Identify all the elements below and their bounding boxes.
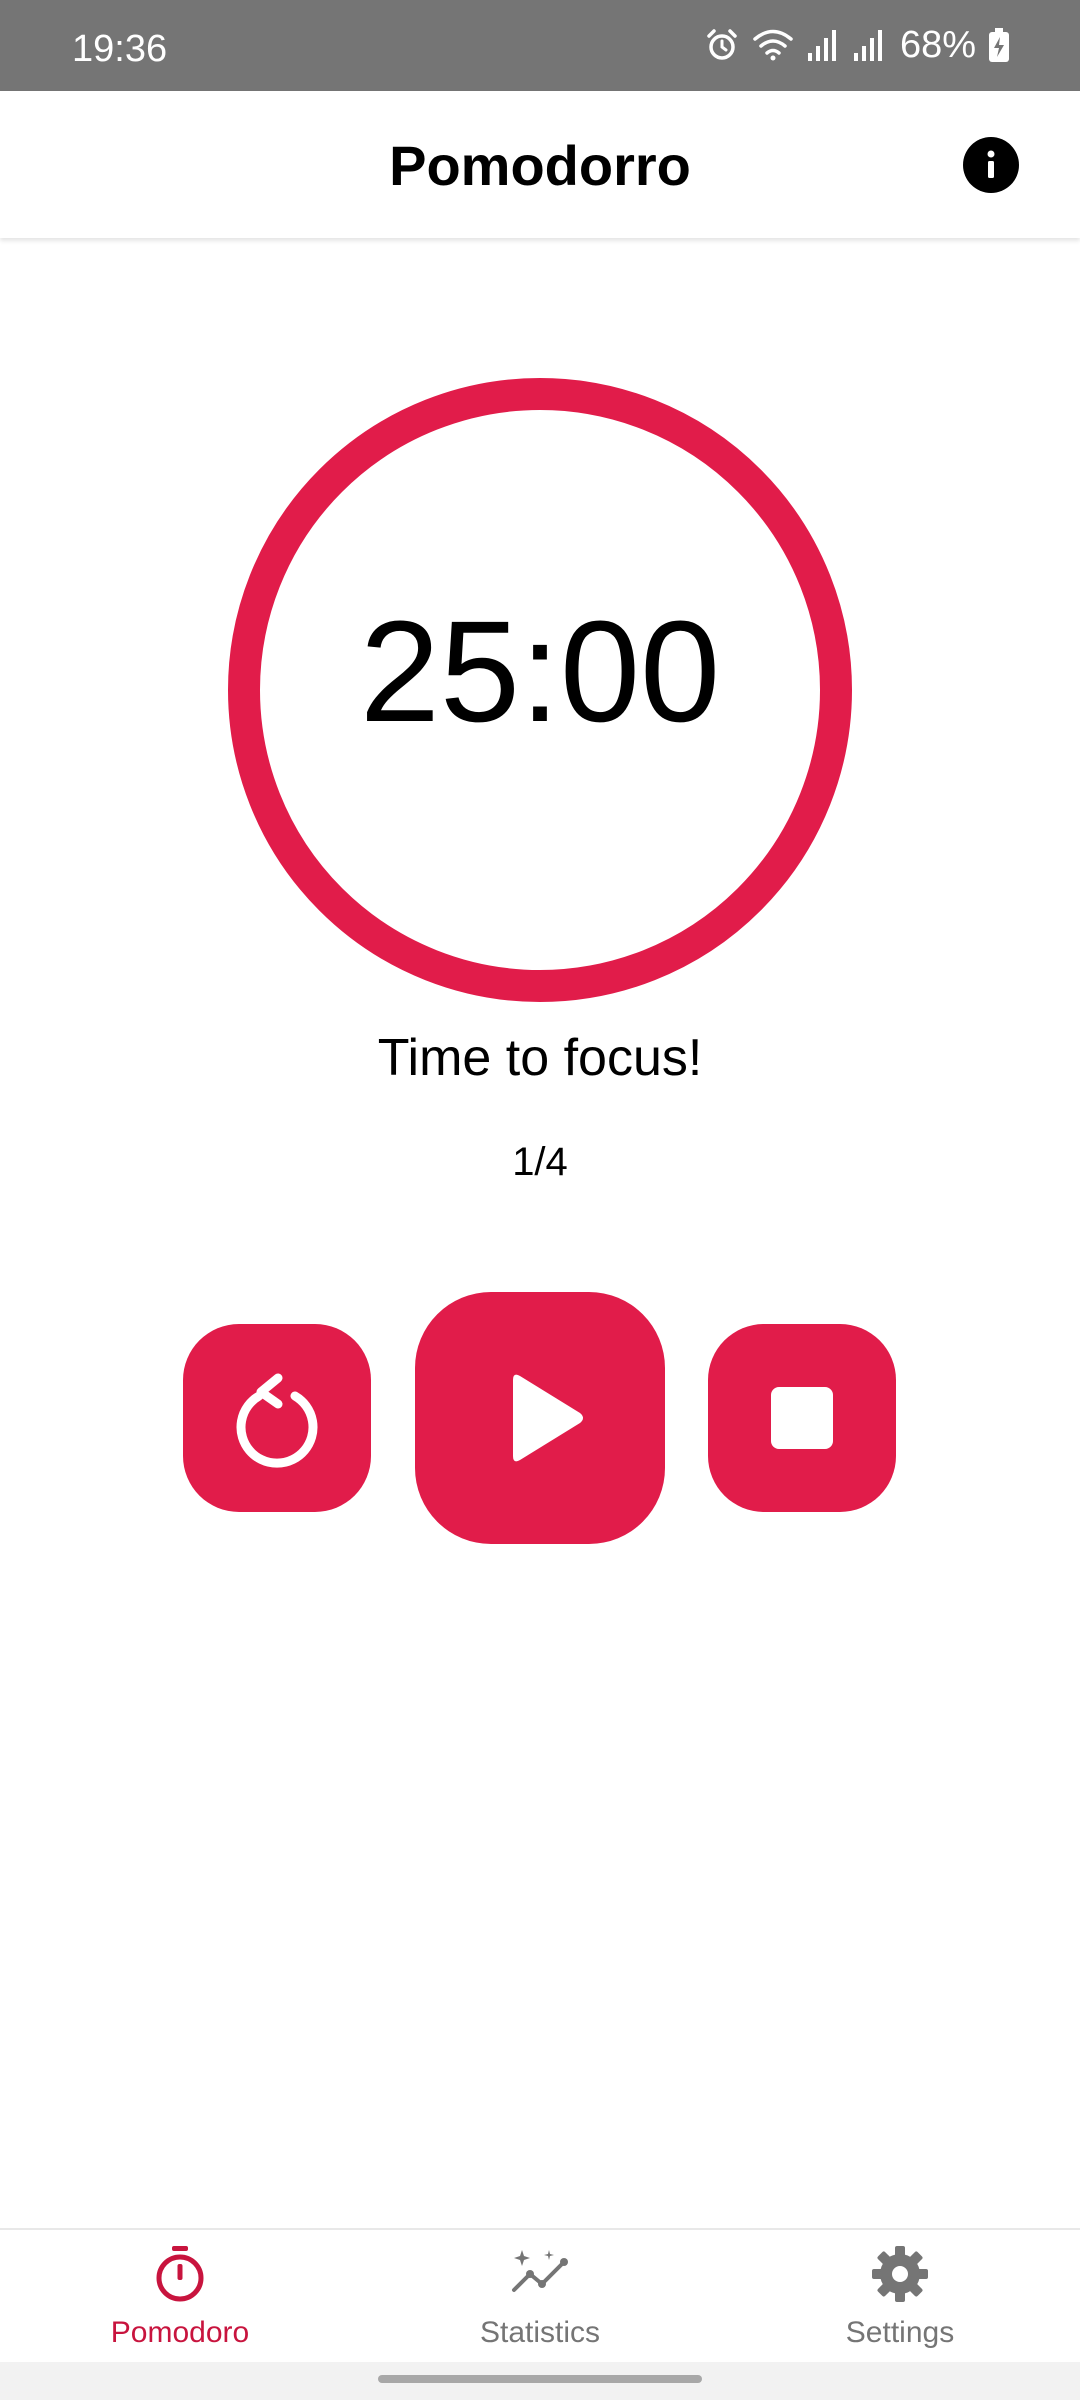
status-bar: 19:36 68%	[0, 0, 1080, 91]
app-title: Pomodorro	[389, 134, 691, 197]
pomodoro-screen: 19:36 68% Pomodorro 25:00 Time to focus!…	[0, 0, 1080, 2400]
reset-icon	[236, 1373, 318, 1468]
nav-label-settings: Settings	[845, 2316, 955, 2349]
timer-icon	[156, 2246, 204, 2302]
battery-charging-icon	[988, 27, 1010, 63]
round-counter: 1/4	[512, 1140, 568, 1184]
play-button[interactable]	[415, 1292, 665, 1544]
status-icons: 68%	[704, 22, 1010, 68]
stop-button[interactable]	[708, 1324, 896, 1512]
status-time: 19:36	[72, 28, 168, 70]
info-icon	[987, 150, 995, 178]
nav-item-statistics[interactable]: Statistics	[360, 2230, 720, 2364]
play-icon	[513, 1374, 583, 1462]
signal-icon	[806, 27, 840, 63]
alarm-icon	[704, 27, 740, 63]
focus-message: Time to focus!	[377, 1029, 703, 1087]
reset-button[interactable]	[183, 1324, 371, 1512]
info-button[interactable]	[963, 137, 1019, 193]
stop-icon	[771, 1387, 833, 1449]
timer-display: 25:00	[359, 591, 721, 752]
bottom-navigation: Pomodoro Statistics Settings	[0, 2228, 1080, 2362]
gear-icon	[872, 2246, 928, 2302]
nav-label-statistics: Statistics	[479, 2316, 601, 2349]
nav-item-settings[interactable]: Settings	[720, 2230, 1080, 2364]
battery-percentage: 68%	[899, 23, 976, 66]
nav-label-pomodoro: Pomodoro	[110, 2316, 250, 2349]
statistics-icon	[512, 2250, 568, 2292]
wifi-icon	[752, 27, 794, 63]
app-bar: Pomodorro	[0, 91, 1080, 238]
nav-item-pomodoro[interactable]: Pomodoro	[0, 2230, 360, 2364]
home-gesture-bar[interactable]	[378, 2375, 702, 2383]
signal-icon	[852, 27, 886, 63]
